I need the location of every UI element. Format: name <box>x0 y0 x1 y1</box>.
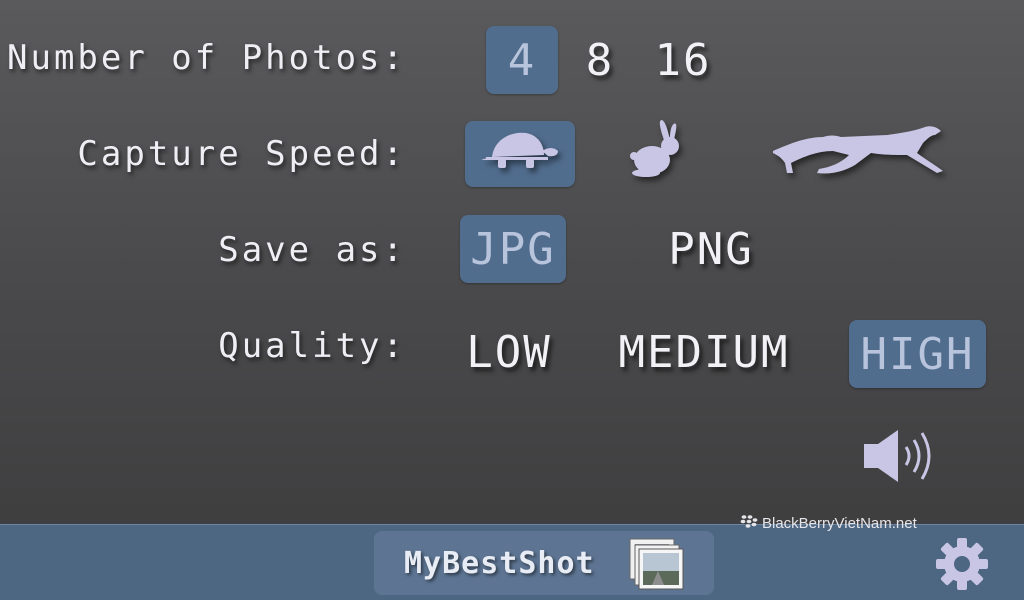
quality-option-high[interactable]: HIGH <box>849 320 986 388</box>
photos-option-8[interactable]: 8 <box>576 26 624 94</box>
speaker-icon <box>862 430 934 491</box>
photos-label: Number of Photos: <box>7 38 406 78</box>
app-title-button[interactable]: MyBestShot <box>374 531 714 595</box>
photos-option-4[interactable]: 4 <box>486 26 558 94</box>
speed-label: Capture Speed: <box>77 134 406 174</box>
format-option-jpg[interactable]: JPG <box>460 215 566 283</box>
speed-option-fast[interactable] <box>768 124 950 186</box>
format-label: Save as: <box>218 230 406 270</box>
quality-option-low[interactable]: LOW <box>456 318 562 386</box>
watermark: BlackBerryVietNam.net <box>740 514 917 532</box>
quality-label: Quality: <box>218 326 406 366</box>
gear-icon <box>932 538 992 598</box>
watermark-text: BlackBerryVietNam.net <box>762 514 917 532</box>
sound-toggle[interactable] <box>862 425 934 491</box>
settings-button[interactable] <box>932 534 992 598</box>
photo-stack-icon <box>628 537 684 595</box>
format-option-png[interactable]: PNG <box>656 215 766 283</box>
photos-option-16[interactable]: 16 <box>644 26 722 94</box>
turtle-icon <box>478 127 562 182</box>
quality-option-medium[interactable]: MEDIUM <box>606 318 802 386</box>
bottom-bar: MyBestShot <box>0 524 1024 600</box>
app-title: MyBestShot <box>404 545 595 581</box>
speed-option-medium[interactable] <box>620 118 690 188</box>
cheetah-icon <box>771 121 947 190</box>
rabbit-icon <box>626 118 684 189</box>
speed-option-slow[interactable] <box>465 121 575 187</box>
blackberry-logo-icon <box>740 514 758 532</box>
